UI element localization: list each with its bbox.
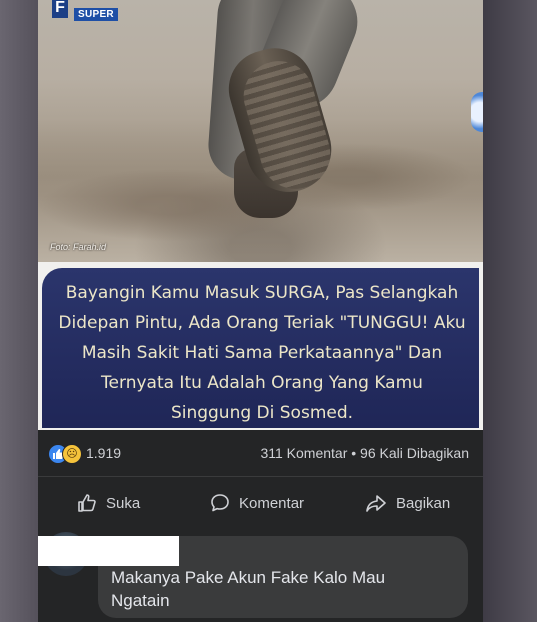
like-label: Suka [106, 494, 141, 512]
share-arrow-icon [366, 495, 386, 512]
quote-line: Didepan Pintu, Ada Orang Teriak "TUNGGU!… [58, 313, 466, 333]
post-card: F SUPER Foto: Farah.id Bayangin Kamu Mas… [38, 0, 483, 622]
post-stats: ☹ 1.919 311 Komentar • 96 Kali Dibagikan [38, 440, 483, 466]
comment-text: Makanya Pake Akun Fake Kalo Mau Ngatain [111, 566, 431, 612]
share-button[interactable]: Bagikan [364, 486, 450, 520]
comment-button[interactable]: Komentar [209, 486, 304, 520]
like-button[interactable]: Suka [76, 486, 140, 520]
logo-letter: F [52, 0, 68, 18]
backdrop-left [0, 0, 38, 622]
side-badge-icon [471, 92, 483, 132]
photo-credit: Foto: Farah.id [50, 242, 107, 252]
quote-line: Masih Sakit Hati Sama Perkataannya" Dan [81, 343, 443, 363]
thumbs-up-icon [78, 494, 96, 512]
comment-text-line: Ngatain [111, 591, 170, 610]
quote-line: Ternyata Itu Adalah Orang Yang Kamu [101, 373, 423, 393]
quote-line: Singgung Di Sosmed. [170, 403, 354, 423]
sad-icon[interactable]: ☹ [62, 444, 82, 464]
quote-text: Bayangin Kamu Masuk SURGA, Pas Selangkah… [52, 278, 472, 428]
quote-panel: Bayangin Kamu Masuk SURGA, Pas Selangkah… [38, 262, 483, 430]
post-photo[interactable]: F SUPER Foto: Farah.id [38, 0, 483, 262]
comments-shares-count[interactable]: 311 Komentar • 96 Kali Dibagikan [260, 445, 469, 461]
publisher-logo: F SUPER [48, 0, 126, 26]
redacted-name-box [38, 536, 179, 566]
divider [38, 476, 483, 477]
share-label: Bagikan [396, 494, 451, 512]
logo-label: SUPER [74, 8, 118, 21]
comment-item: Makanya Pake Akun Fake Kalo Mau Ngatain [38, 528, 483, 622]
quote-line: Bayangin Kamu Masuk SURGA, Pas Selangkah [65, 283, 459, 303]
comment-bubble-icon [211, 494, 229, 512]
post-actions: Suka Komentar Bagikan [38, 486, 483, 522]
comment-text-line: Makanya Pake Akun Fake Kalo Mau [111, 568, 386, 587]
reaction-count[interactable]: 1.919 [86, 445, 121, 461]
backdrop-right [481, 0, 537, 622]
comment-label: Komentar [239, 494, 305, 512]
